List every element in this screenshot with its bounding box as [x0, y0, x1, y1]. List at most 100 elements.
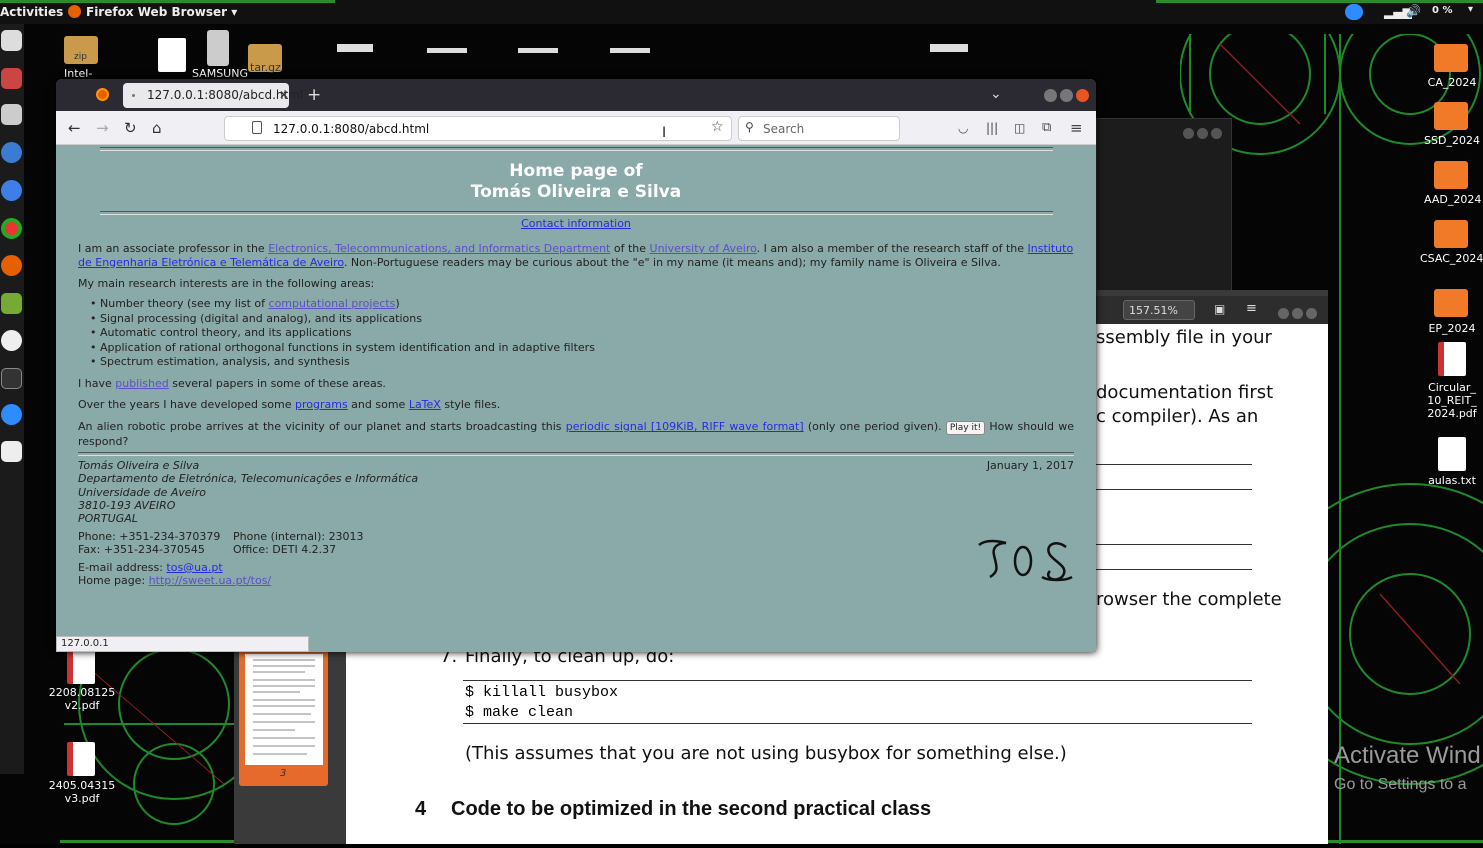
- close-button[interactable]: [1076, 89, 1089, 102]
- email-link[interactable]: tos@ua.pt: [166, 561, 222, 574]
- top-green-line-left: [0, 0, 335, 3]
- periodic-signal-link[interactable]: periodic signal [109KiB, RIFF wave forma…: [566, 420, 804, 433]
- folder-icon[interactable]: [1434, 102, 1468, 130]
- app-menu[interactable]: Firefox Web Browser ▾: [86, 5, 237, 19]
- web-content: Home page of Tomás Oliveira e Silva Cont…: [56, 145, 1096, 652]
- desktop-icon-aad2024[interactable]: AAD_2024: [1424, 193, 1481, 206]
- bookmark-star-icon[interactable]: ☆: [711, 119, 724, 135]
- pdf-icon[interactable]: [67, 742, 95, 776]
- pdf-icon[interactable]: [67, 650, 95, 684]
- computational-projects-link[interactable]: computational projects: [269, 297, 396, 310]
- desktop-icon-2208-pdf[interactable]: 2208.08125 v2.pdf: [44, 686, 120, 712]
- programs-text-a: Over the years I have developed some: [78, 398, 295, 411]
- page-title-line-2: Tomás Oliveira e Silva: [470, 182, 682, 202]
- forward-icon[interactable]: →: [96, 119, 109, 137]
- desktop-icon-label-targz[interactable]: tar.gz: [250, 61, 281, 74]
- desktop-icon-circular-pdf[interactable]: Circular_ 10_REIT_ 2024.pdf: [1422, 381, 1482, 420]
- battery-label[interactable]: 0 %: [1432, 5, 1452, 16]
- thumbnail-page-number: 3: [280, 768, 287, 779]
- settings-icon[interactable]: [1, 68, 22, 89]
- office: Office: DETI 4.2.37: [233, 543, 337, 556]
- interest-5-text: Spectrum estimation, analysis, and synth…: [100, 355, 350, 368]
- intro-text-c: . I am also a member of the research sta…: [756, 242, 1028, 255]
- desktop-icon-2405-pdf[interactable]: 2405.04315 v3.pdf: [44, 779, 120, 805]
- list-tabs-chevron-icon[interactable]: ⌄: [990, 86, 1002, 102]
- ipod-icon[interactable]: [207, 30, 229, 66]
- activities-button[interactable]: Activities: [0, 5, 63, 19]
- pdf-icon[interactable]: [1438, 342, 1466, 376]
- desktop-icon-ep2024[interactable]: EP_2024: [1424, 322, 1480, 335]
- pdf-window-controls[interactable]: [1278, 304, 1324, 319]
- latex-link[interactable]: LaTeX: [409, 398, 441, 411]
- pdf-line-4: rowser the complete: [1096, 589, 1282, 610]
- background-window-controls: [1183, 124, 1229, 139]
- minimize-button[interactable]: [1044, 89, 1057, 102]
- search-bar[interactable]: Search: [738, 116, 900, 141]
- chromium-icon[interactable]: [1, 180, 22, 201]
- contact-link-wrap: Contact information: [56, 217, 1096, 230]
- desktop-strip-3: [518, 48, 558, 53]
- text-file-icon[interactable]: [1438, 437, 1466, 471]
- tab-close-icon[interactable]: ✕: [279, 88, 289, 102]
- maximize-button[interactable]: [1060, 89, 1073, 102]
- folder-icon[interactable]: [1434, 289, 1468, 317]
- document-icon[interactable]: [158, 38, 186, 72]
- new-tab-icon[interactable]: +: [307, 85, 321, 105]
- folder-icon[interactable]: [1434, 220, 1468, 248]
- updater-icon[interactable]: [1, 330, 22, 351]
- programs-paragraph: Over the years I have developed some pro…: [78, 398, 500, 411]
- homepage-link[interactable]: http://sweet.ua.pt/tos/: [149, 574, 271, 587]
- zoom-select[interactable]: 157.51% ⌄: [1123, 300, 1195, 330]
- search-placeholder: Search: [763, 122, 805, 136]
- list-item: • Signal processing (digital and analog)…: [90, 311, 422, 325]
- menu-icon[interactable]: ≡: [1246, 301, 1257, 316]
- extensions-icon[interactable]: ⧉: [1042, 120, 1051, 135]
- folder-icon[interactable]: [1434, 161, 1468, 189]
- ua-link[interactable]: University of Aveiro: [650, 242, 757, 255]
- tab-active[interactable]: 127.0.0.1:8080/abcd.html: [123, 83, 303, 108]
- top-rule: [100, 147, 1053, 151]
- home-icon[interactable]: ⌂: [152, 119, 162, 137]
- page-title-line-1: Home page of: [509, 161, 643, 181]
- desktop-icon-ca2024[interactable]: CA_2024: [1424, 76, 1480, 89]
- page-info-icon[interactable]: [252, 121, 262, 134]
- homepage-line: Home page: http://sweet.ua.pt/tos/: [78, 574, 271, 587]
- files-icon[interactable]: [1, 30, 22, 51]
- fax: Fax: +351-234-370545: [78, 543, 205, 556]
- system-menu-chevron-icon[interactable]: ▾: [1468, 4, 1473, 15]
- pocket-icon[interactable]: ◡: [958, 121, 968, 135]
- published-link[interactable]: published: [115, 377, 169, 390]
- pdf-code-line-2: $ make clean: [465, 704, 574, 721]
- pdf-line-1: ssembly file in your: [1096, 327, 1272, 348]
- terminal-icon[interactable]: [1, 368, 22, 389]
- url-bar[interactable]: 127.0.0.1:8080/abcd.html: [224, 116, 732, 141]
- zoom-tray-icon[interactable]: [1345, 4, 1363, 20]
- reload-icon[interactable]: ↻: [124, 119, 137, 137]
- annotate-icon[interactable]: ▣: [1214, 302, 1225, 316]
- play-button[interactable]: Play it!: [945, 421, 986, 435]
- zoom-icon[interactable]: [1, 404, 22, 425]
- desktop-icon-aulas-txt[interactable]: aulas.txt: [1424, 474, 1480, 487]
- published-text-a: I have: [78, 377, 116, 390]
- firefox-view-icon[interactable]: [96, 88, 109, 101]
- volume-icon[interactable]: 🔊: [1406, 4, 1421, 18]
- chrome-icon[interactable]: [1, 218, 22, 239]
- desktop-icon-csac2024[interactable]: CSAC_2024: [1420, 252, 1483, 265]
- zoom-value: 157.51%: [1129, 304, 1178, 317]
- pdf-reader-icon[interactable]: [1, 441, 22, 462]
- programs-link[interactable]: programs: [295, 398, 348, 411]
- pdf-line-3: c compiler). As an: [1096, 406, 1259, 427]
- deti-link[interactable]: Electronics, Telecommunications, and Inf…: [268, 242, 610, 255]
- disk-icon[interactable]: [1, 104, 22, 125]
- pdf-code-rule-bottom: [463, 723, 1252, 724]
- library-icon[interactable]: |||: [986, 121, 998, 135]
- contact-link[interactable]: Contact information: [521, 217, 631, 230]
- app-menu-icon[interactable]: ≡: [1070, 119, 1083, 137]
- back-icon[interactable]: ←: [68, 119, 81, 137]
- folder-icon[interactable]: [1434, 44, 1468, 72]
- desktop-icon-ssd2024[interactable]: SSD_2024: [1424, 134, 1480, 147]
- sidebar-icon[interactable]: ◫: [1014, 121, 1025, 135]
- firefox-dock-icon[interactable]: [1, 255, 22, 276]
- thunderbird-icon[interactable]: [1, 142, 22, 163]
- installer-icon[interactable]: [1, 293, 22, 314]
